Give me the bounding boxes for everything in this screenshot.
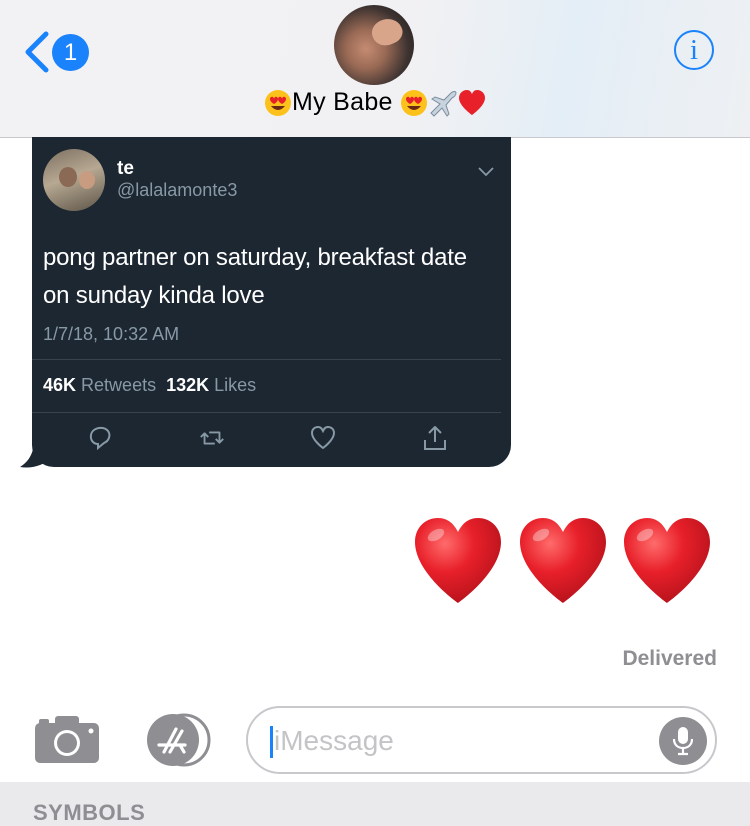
tweet-author-avatar[interactable] [43, 149, 105, 211]
navigation-header: 1 My Babe i [0, 0, 750, 138]
retweets-label[interactable]: Retweets [81, 375, 156, 395]
contact-name: My Babe [291, 88, 393, 116]
red-heart-emoji[interactable] [621, 515, 713, 607]
tweet-stats: 46K Retweets 132K Likes [43, 375, 256, 396]
likes-count: 132K [166, 375, 210, 395]
unread-badge: 1 [52, 34, 89, 71]
back-button[interactable]: 1 [22, 30, 94, 74]
retweet-icon[interactable] [198, 424, 226, 452]
divider [32, 412, 501, 413]
share-icon[interactable] [421, 424, 449, 452]
heart-eyes-emoji [264, 90, 291, 117]
retweets-count: 46K [43, 375, 77, 395]
chevron-down-icon[interactable] [478, 167, 494, 177]
chevron-left-icon [25, 31, 49, 73]
tweet-timestamp: 1/7/18, 10:32 AM [43, 324, 180, 344]
like-icon[interactable] [309, 424, 337, 452]
heart-eyes-emoji [401, 90, 427, 117]
delivery-status: Delivered [622, 647, 717, 670]
tweet-card[interactable]: te @lalalamonte3 pong partner on saturda… [32, 137, 511, 467]
red-heart-emoji[interactable] [517, 515, 609, 607]
reply-icon[interactable] [87, 424, 115, 452]
imessage-placeholder: iMessage [274, 725, 394, 756]
red-heart-emoji[interactable] [412, 515, 504, 607]
camera-icon[interactable] [33, 713, 101, 765]
microphone-icon [672, 727, 694, 756]
info-icon: i [689, 34, 699, 66]
tweet-author-handle[interactable]: @lalalamonte3 [117, 180, 237, 201]
text-cursor [270, 726, 273, 758]
contact-avatar[interactable] [334, 5, 414, 85]
keyboard-category-label: SYMBOLS [33, 800, 146, 825]
imessage-input[interactable]: iMessage [246, 706, 717, 774]
divider [32, 359, 501, 360]
tweet-text: pong partner on saturday, breakfast date… [43, 244, 467, 309]
airplane-emoji [430, 91, 457, 118]
red-heart-emoji [459, 90, 485, 116]
info-button[interactable]: i [674, 30, 714, 70]
contact-name-row[interactable]: My Babe [0, 88, 750, 118]
tweet-author-name[interactable]: te [117, 158, 134, 180]
likes-label[interactable]: Likes [214, 375, 256, 395]
app-store-icon[interactable] [140, 713, 214, 767]
dictation-button[interactable] [659, 717, 707, 765]
